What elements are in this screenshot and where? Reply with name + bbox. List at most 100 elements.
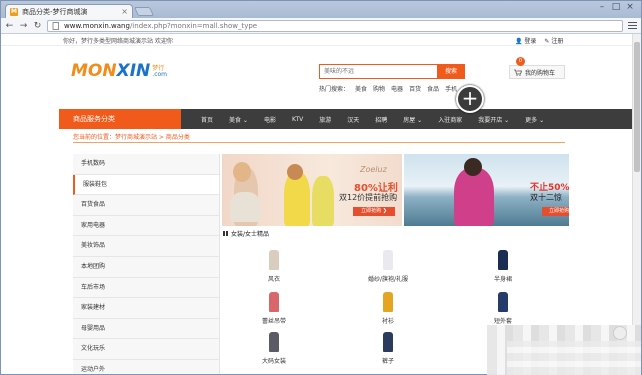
garment-shape — [498, 292, 508, 312]
banner-brand: Zoeluz — [360, 165, 387, 174]
model-figure — [312, 176, 334, 226]
model-figure — [284, 172, 310, 226]
search-box: 搜索 — [319, 64, 465, 79]
minimize-icon[interactable]: – — [595, 2, 609, 12]
logo-part-a: MON — [71, 61, 117, 81]
nav-item[interactable]: 美食 ⌄ — [221, 115, 256, 124]
garment-shape — [269, 250, 279, 270]
sidebar-category-item[interactable]: 百货食品 — [73, 195, 219, 216]
sidebar-category-item[interactable]: 文化玩乐 — [73, 339, 219, 360]
grid-icon — [223, 231, 228, 236]
logo-sub-bottom: .com — [152, 71, 168, 78]
back-arrow-icon[interactable]: ← — [5, 21, 14, 31]
login-label: 登录 — [524, 38, 537, 45]
model-coat — [230, 192, 260, 222]
nav-item[interactable]: 更多 ⌄ — [517, 115, 552, 124]
cart-icon — [514, 69, 522, 76]
garment-shape — [498, 250, 508, 270]
sidebar-category-item[interactable]: 本地团购 — [73, 257, 219, 278]
hot-search-link[interactable]: 食品 — [427, 84, 439, 93]
product-name: 裤子 — [381, 358, 394, 365]
product-image — [358, 249, 418, 271]
product-item[interactable]: 婚纱/旗袍/礼服 — [358, 249, 418, 283]
scroll-thumb[interactable] — [634, 42, 640, 172]
maximize-icon[interactable]: □ — [609, 2, 623, 12]
hot-search-link[interactable]: 电器 — [391, 84, 403, 93]
garment-shape — [383, 292, 393, 312]
login-link[interactable]: 👤 登录 — [515, 36, 536, 45]
sidebar-category-item[interactable]: 服装鞋包 — [73, 174, 219, 196]
new-tab-button[interactable] — [133, 7, 155, 16]
register-link[interactable]: ✎ 注册 — [544, 36, 563, 45]
nav-item[interactable]: 旅游 — [311, 115, 339, 124]
reload-icon[interactable]: ↻ — [33, 21, 42, 31]
menu-icon[interactable] — [628, 21, 637, 30]
product-name: 短外套 — [493, 318, 512, 325]
floating-button[interactable] — [613, 326, 627, 340]
forward-arrow-icon[interactable]: → — [19, 21, 28, 31]
search-input[interactable] — [320, 65, 438, 78]
hot-search-link[interactable]: 美食 — [355, 84, 367, 93]
category-sidebar: 手机数码 服装鞋包 百货食品 家用电器 美妆饰品 本地团购 车后市场 家装建材 母婴用品 文化玩乐… — [73, 154, 220, 374]
garment-shape — [383, 332, 393, 352]
hot-label: 热门搜索： — [319, 86, 350, 93]
sidebar-category-item[interactable]: 运动户外 — [73, 360, 219, 374]
logo-sub: 梦行 .com — [152, 66, 167, 78]
nav-item[interactable]: 入驻商家 — [430, 115, 470, 124]
promo-banner-2[interactable]: 不止50% 双十二惊 立即抢购 ❯ — [404, 154, 569, 226]
model-hair — [233, 162, 251, 182]
hot-search-link[interactable]: 购物 — [373, 84, 385, 93]
product-name: 婚纱/旗袍/礼服 — [367, 276, 409, 283]
sidebar-category-item[interactable]: 家装建材 — [73, 298, 219, 319]
banner-cta-button[interactable]: 立即抢购 ❯ — [353, 207, 395, 216]
hot-search-link[interactable]: 百货 — [409, 84, 421, 93]
nav-item[interactable]: KTV — [284, 116, 311, 123]
promo-banner-1[interactable]: Zoeluz 80%让利 双12价提前抢购 立即抢购 ❯ — [222, 154, 402, 226]
product-image — [473, 249, 533, 271]
product-item[interactable]: 裤子 — [358, 331, 418, 365]
cart-button[interactable]: 0 我的购物车 — [509, 57, 565, 79]
product-item[interactable]: 蕾丝吊带 — [244, 291, 304, 325]
banner-subline: 双十二惊 — [530, 193, 562, 202]
browser-tab[interactable]: M 商品分类-梦行商城演 × — [5, 4, 133, 18]
nav-item[interactable]: 我要开店 ⌄ — [470, 115, 517, 124]
model-hair — [287, 164, 303, 180]
sidebar-category-item[interactable]: 母婴用品 — [73, 319, 219, 340]
divider — [73, 142, 565, 143]
product-item[interactable]: 大码女装 — [244, 331, 304, 365]
close-window-icon[interactable]: × — [623, 2, 637, 12]
site-logo[interactable]: MONXIN 梦行 .com — [71, 61, 167, 81]
nav-item[interactable]: 首页 — [193, 115, 221, 124]
product-item[interactable]: 衬衫 — [358, 291, 418, 325]
product-name: 蕾丝吊带 — [261, 318, 286, 325]
close-tab-icon[interactable]: × — [121, 7, 128, 16]
sidebar-category-item[interactable]: 手机数码 — [73, 154, 219, 175]
address-bar[interactable]: www.monxin.wang/index.php?monxin=mall.sh… — [47, 19, 623, 32]
cart-count-badge: 0 — [516, 57, 525, 66]
hot-search-link[interactable]: 手机 — [445, 84, 457, 93]
banner-cta-button[interactable]: 立即抢购 ❯ — [542, 207, 569, 216]
favicon-icon: M — [10, 7, 18, 16]
sidebar-category-item[interactable]: 车后市场 — [73, 278, 219, 299]
nav-item[interactable]: 房屋 ⌄ — [395, 115, 430, 124]
sidebar-category-item[interactable]: 美妆饰品 — [73, 236, 219, 257]
page-viewport: 你好，梦行多类型网络商城演示站 欢迎你 👤 登录 ✎ 注册 MONXIN 梦行.… — [1, 34, 632, 374]
product-item[interactable]: 风衣 — [244, 249, 304, 283]
nav-item[interactable]: 电影 — [256, 115, 284, 124]
hot-searches: 热门搜索： 美食购物电器百货食品手机建材 — [319, 84, 475, 93]
product-image — [244, 331, 304, 353]
nav-item[interactable]: 招聘 — [367, 115, 395, 124]
page-icon — [52, 21, 59, 30]
search-button[interactable]: 搜索 — [437, 64, 465, 79]
tab-bar: M 商品分类-梦行商城演 × – □ × — [1, 1, 641, 18]
banner-subline: 双12价提前抢购 — [339, 193, 398, 202]
site-topbar: 你好，梦行多类型网络商城演示站 欢迎你 👤 登录 ✎ 注册 — [1, 34, 632, 46]
nav-item[interactable]: 汉天 — [339, 115, 367, 124]
product-item[interactable]: 半身裙 — [473, 249, 533, 283]
scrollbar[interactable] — [632, 34, 641, 374]
category-title[interactable]: 商品服务分类 — [59, 109, 181, 129]
model-figure — [454, 168, 494, 226]
product-item[interactable]: 短外套 — [473, 291, 533, 325]
sidebar-category-item[interactable]: 家用电器 — [73, 216, 219, 237]
product-name: 大码女装 — [261, 358, 286, 365]
